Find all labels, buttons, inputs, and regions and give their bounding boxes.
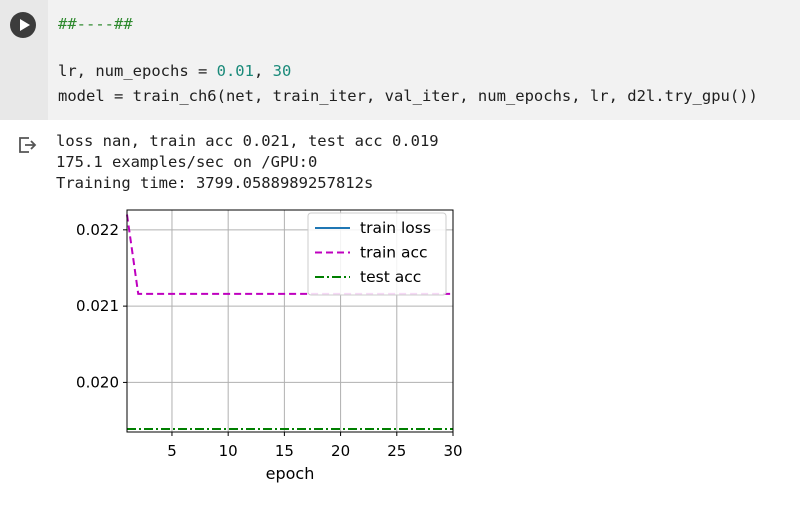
training-chart: 5 10 15 20 25 30 0.020 0.021 0.022 epoch train los… xyxy=(76,209,463,483)
y-tick-label: 0.020 xyxy=(76,373,119,391)
x-tick-label: 5 xyxy=(167,442,177,460)
legend-label: test acc xyxy=(360,268,421,286)
y-tick-label: 0.022 xyxy=(76,221,119,239)
y-tick-label: 0.021 xyxy=(76,297,119,315)
x-tick-label: 25 xyxy=(387,442,406,460)
x-tick-label: 30 xyxy=(443,442,462,460)
x-tick-label: 10 xyxy=(219,442,238,460)
x-axis-label: epoch xyxy=(266,464,315,483)
x-tick-label: 15 xyxy=(275,442,294,460)
legend-label: train loss xyxy=(360,219,431,237)
legend-label: train acc xyxy=(360,244,428,262)
x-tick-label: 20 xyxy=(331,442,350,460)
